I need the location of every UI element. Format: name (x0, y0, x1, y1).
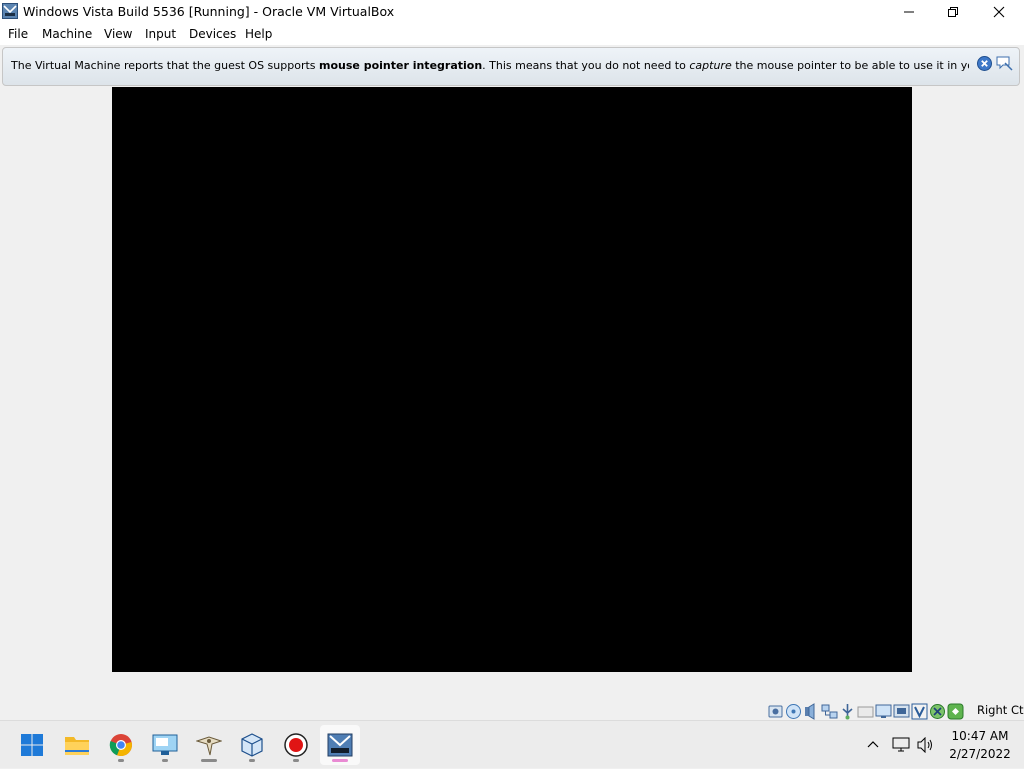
notice-bold: mouse pointer integration (319, 59, 483, 72)
record-icon (284, 733, 308, 757)
menu-machine[interactable]: Machine (42, 27, 92, 41)
running-indicator (201, 759, 217, 762)
clock-date: 2/27/2022 (949, 747, 1011, 761)
notice-italic: capture (689, 59, 732, 72)
chrome-icon (109, 734, 132, 757)
vm-display[interactable] (112, 87, 912, 672)
restore-icon (948, 6, 958, 17)
optical-drive-icon[interactable] (785, 703, 802, 720)
virtualbox-vm-icon (2, 3, 18, 19)
window-title: Windows Vista Build 5536 [Running] - Ora… (23, 4, 395, 19)
taskbar-remote-desktop[interactable] (145, 725, 185, 765)
vista-vm-icon (327, 733, 353, 757)
start-icon (21, 734, 43, 756)
running-indicator (162, 759, 168, 762)
menu-devices[interactable]: Devices (189, 27, 236, 41)
taskbar-vista-vm[interactable] (320, 725, 360, 765)
menu-view[interactable]: View (104, 27, 132, 41)
recording-icon[interactable] (893, 703, 910, 720)
start-button[interactable] (12, 725, 52, 765)
menu-input[interactable]: Input (145, 27, 176, 41)
do-not-show-again-icon[interactable] (996, 56, 1014, 72)
shared-folders-icon[interactable] (857, 703, 874, 720)
close-icon (993, 6, 1005, 17)
mouse-integration-icon[interactable] (929, 703, 946, 720)
volume-icon (917, 737, 932, 753)
eagle-app-icon (196, 736, 222, 756)
vt-x-icon[interactable] (911, 703, 928, 720)
title-bar: Windows Vista Build 5536 [Running] - Ora… (0, 0, 1024, 23)
close-button[interactable] (976, 0, 1022, 23)
mouse-integration-notice: The Virtual Machine reports that the gue… (2, 47, 1020, 86)
hard-disk-icon[interactable] (767, 703, 784, 720)
status-bar (767, 702, 964, 720)
maximize-button[interactable] (930, 0, 976, 23)
taskbar-virtualbox[interactable] (232, 725, 272, 765)
chevron-up-icon (867, 741, 879, 748)
tray-network[interactable] (890, 721, 912, 769)
file-explorer-icon (65, 737, 89, 755)
taskbar-chrome[interactable] (101, 725, 141, 765)
running-indicator (118, 759, 124, 762)
active-indicator (332, 759, 348, 762)
taskbar-recorder[interactable] (276, 725, 316, 765)
audio-icon[interactable] (803, 702, 820, 720)
clock-time: 10:47 AM (951, 729, 1009, 743)
virtualbox-icon (241, 733, 263, 757)
network-icon[interactable] (821, 703, 838, 720)
minimize-icon (904, 11, 914, 12)
notice-text: The Virtual Machine reports that the gue… (11, 59, 969, 72)
minimize-button[interactable] (886, 0, 932, 23)
usb-icon[interactable] (839, 703, 856, 720)
menu-bar: File Machine View Input Devices Help (0, 23, 1024, 45)
tray-volume[interactable] (915, 721, 937, 769)
taskbar-file-explorer[interactable] (57, 725, 97, 765)
keyboard-capture-icon[interactable] (947, 703, 964, 720)
host-key-label[interactable]: Right Ctrl (977, 703, 1024, 717)
taskbar-eagle-app[interactable] (189, 725, 229, 765)
menu-help[interactable]: Help (245, 27, 272, 41)
show-hidden-icons[interactable] (862, 721, 884, 769)
display-icon[interactable] (875, 703, 892, 720)
clock[interactable]: 10:47 AM 2/27/2022 (944, 727, 1016, 763)
close-notice-icon[interactable] (977, 56, 992, 71)
running-indicator (249, 759, 255, 762)
taskbar: 10:47 AM 2/27/2022 (0, 720, 1024, 768)
remote-desktop-icon (152, 734, 178, 755)
running-indicator (293, 759, 299, 762)
menu-file[interactable]: File (8, 27, 28, 41)
network-icon (892, 737, 910, 752)
